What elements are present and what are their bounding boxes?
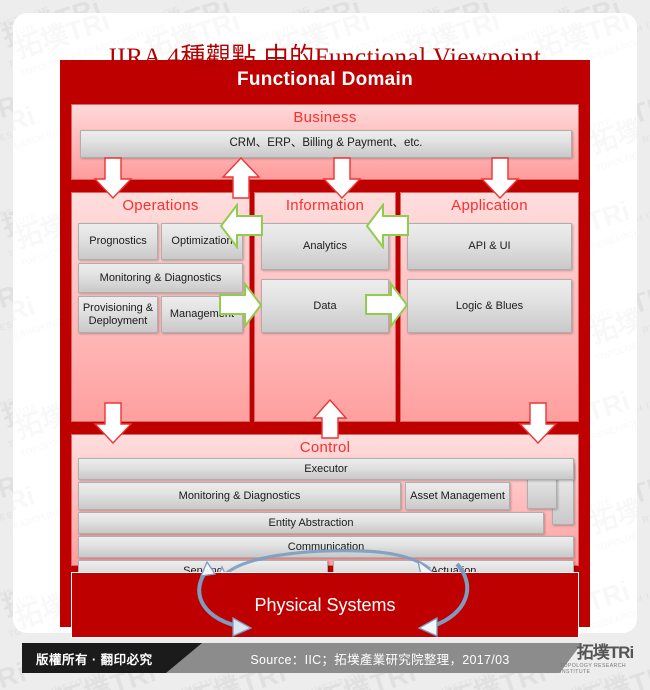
arrow-up-control-to-information-icon xyxy=(312,399,348,439)
arrow-down-operations-to-control-icon xyxy=(93,402,133,444)
control-section: Control Executor Monitoring & Diagnostic… xyxy=(71,434,579,585)
functional-domain-frame: Functional Domain Business CRM、ERP、Billi… xyxy=(60,60,590,638)
ops-box-provisioning-deployment[interactable]: Provisioning & Deployment xyxy=(78,296,158,333)
arrow-right-operations-to-information-icon xyxy=(219,282,263,328)
arrow-left-application-to-information-icon xyxy=(365,203,409,249)
tri-logo-main: 拓墣TRi xyxy=(576,642,634,662)
arrow-down-business-to-information-icon xyxy=(322,157,362,199)
arrow-down-application-to-control-icon xyxy=(518,402,558,444)
tri-logo: 拓墣TRi TOPOLOGY RESEARCH INSTITUTE xyxy=(560,639,650,679)
footer-source: Source：IIC；拓墣產業研究院整理，2017/03 xyxy=(250,652,510,667)
arrow-down-business-to-operations-icon xyxy=(93,157,133,199)
arrow-right-information-to-application-icon xyxy=(365,282,409,328)
control-box-asset-management[interactable]: Asset Management xyxy=(405,482,510,510)
arrow-up-information-to-business-icon xyxy=(221,157,261,199)
ops-box-prognostics[interactable]: Prognostics xyxy=(78,223,158,260)
business-label: Business xyxy=(293,109,357,126)
business-box[interactable]: CRM、ERP、Billing & Payment、etc. xyxy=(80,130,572,158)
arrow-down-business-to-application-icon xyxy=(480,157,520,199)
application-column: Application API & UI Logic & Blues xyxy=(400,192,579,422)
control-box-entity-abstraction[interactable]: Entity Abstraction xyxy=(78,512,544,534)
app-box-logic-blues[interactable]: Logic & Blues xyxy=(407,279,572,333)
content-card: 拓墣TRiTOPOLOGY RESEARCH INSTITUTE拓墣TRiTOP… xyxy=(13,13,637,638)
physical-cycle-arrows-icon xyxy=(197,560,470,638)
app-box-api-ui[interactable]: API & UI xyxy=(407,223,572,270)
footer: 版權所有 · 翻印必究 Source：IIC；拓墣產業研究院整理，2017/03… xyxy=(0,639,650,679)
control-box-monitoring-diagnostics[interactable]: Monitoring & Diagnostics xyxy=(78,482,401,510)
control-box-executor[interactable]: Executor xyxy=(78,458,574,480)
page-title: IIRA 4種觀點 中的Functional Viewpoint xyxy=(108,44,542,71)
tri-logo-sub: TOPOLOGY RESEARCH INSTITUTE xyxy=(560,662,626,675)
middle-columns: Operations Prognostics Optimization Moni… xyxy=(71,192,579,422)
arrow-left-information-to-operations-icon xyxy=(219,203,263,249)
